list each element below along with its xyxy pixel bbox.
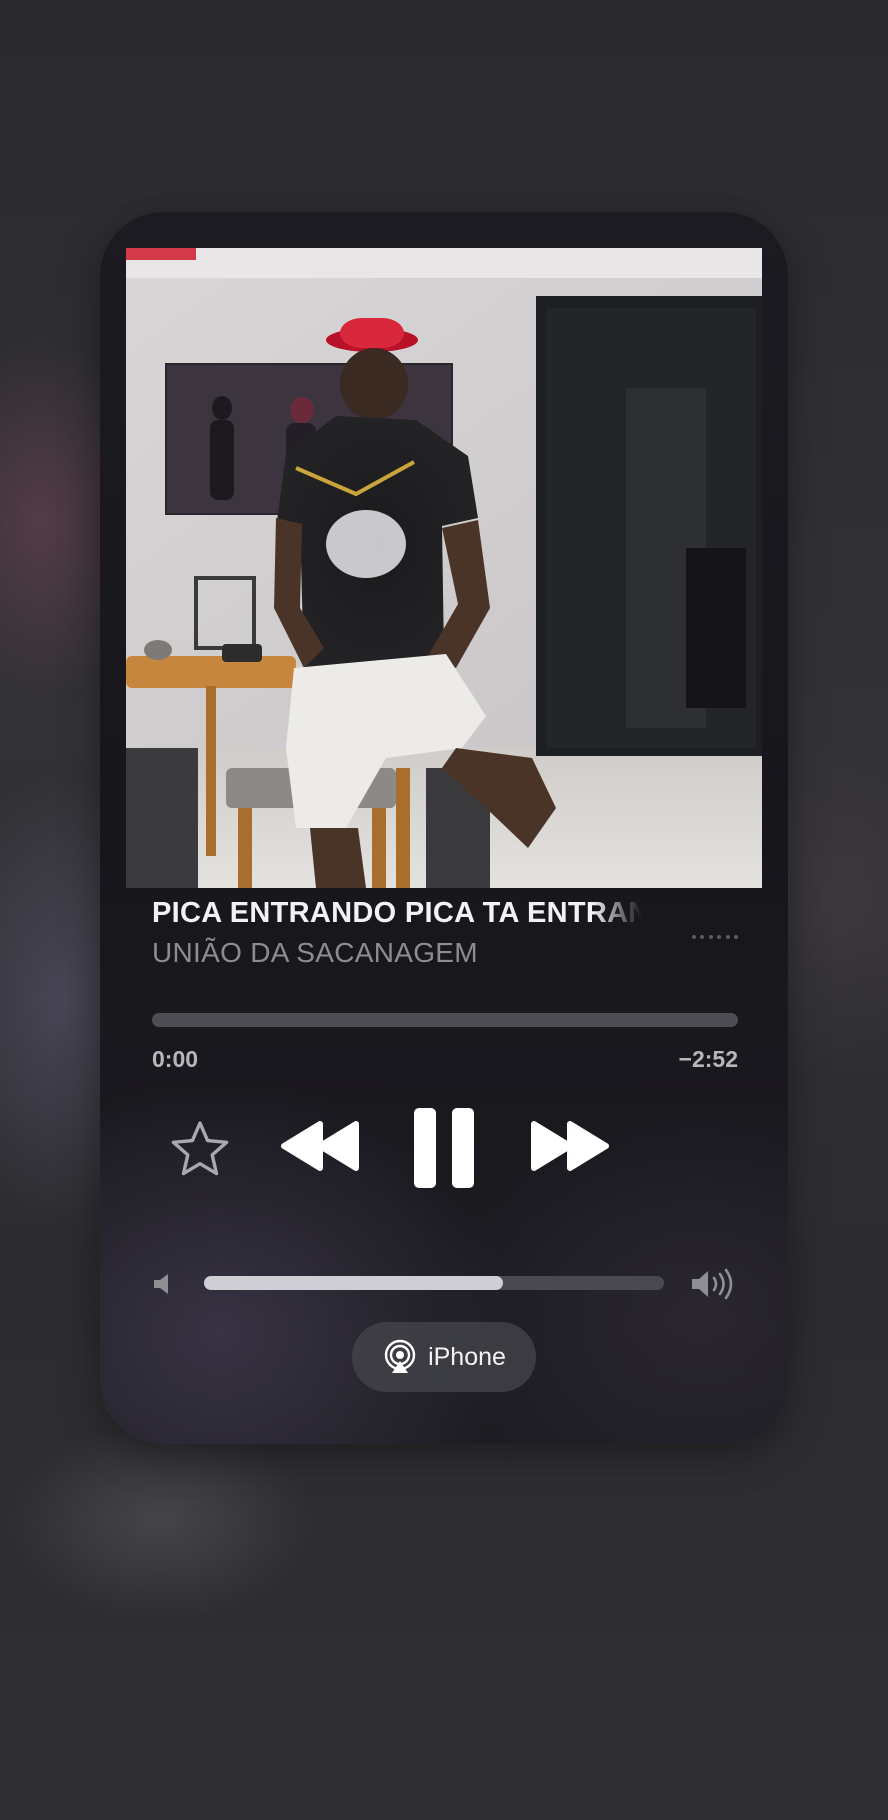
speaker-high-icon [690, 1268, 738, 1305]
speaker-low-icon [152, 1272, 176, 1301]
now-playing-card: PICA ENTRANDO PICA TA ENTRAN UNIÃO DA SA… [100, 212, 788, 1444]
airplay-icon [384, 1339, 416, 1373]
fast-forward-button[interactable] [528, 1118, 612, 1174]
fast-forward-icon [531, 1121, 609, 1171]
volume-slider[interactable] [204, 1276, 664, 1290]
favorite-button[interactable] [168, 1117, 232, 1181]
pause-button[interactable] [412, 1106, 476, 1190]
output-device-label: iPhone [428, 1342, 506, 1371]
volume-level-fill [204, 1276, 503, 1290]
star-icon [171, 1121, 229, 1176]
playback-scrubber[interactable] [152, 1013, 738, 1027]
pause-icon [414, 1108, 474, 1188]
track-artist[interactable]: UNIÃO DA SACANAGEM [152, 937, 652, 969]
airplay-output-button[interactable]: iPhone [352, 1322, 536, 1392]
remaining-time: −2:52 [678, 1046, 738, 1072]
album-artwork [126, 248, 762, 888]
track-title: PICA ENTRANDO PICA TA ENTRAN [152, 897, 642, 929]
elapsed-time: 0:00 [152, 1046, 199, 1072]
ellipsis-icon[interactable] [692, 932, 738, 942]
rewind-icon [281, 1121, 359, 1171]
rewind-button[interactable] [278, 1118, 362, 1174]
